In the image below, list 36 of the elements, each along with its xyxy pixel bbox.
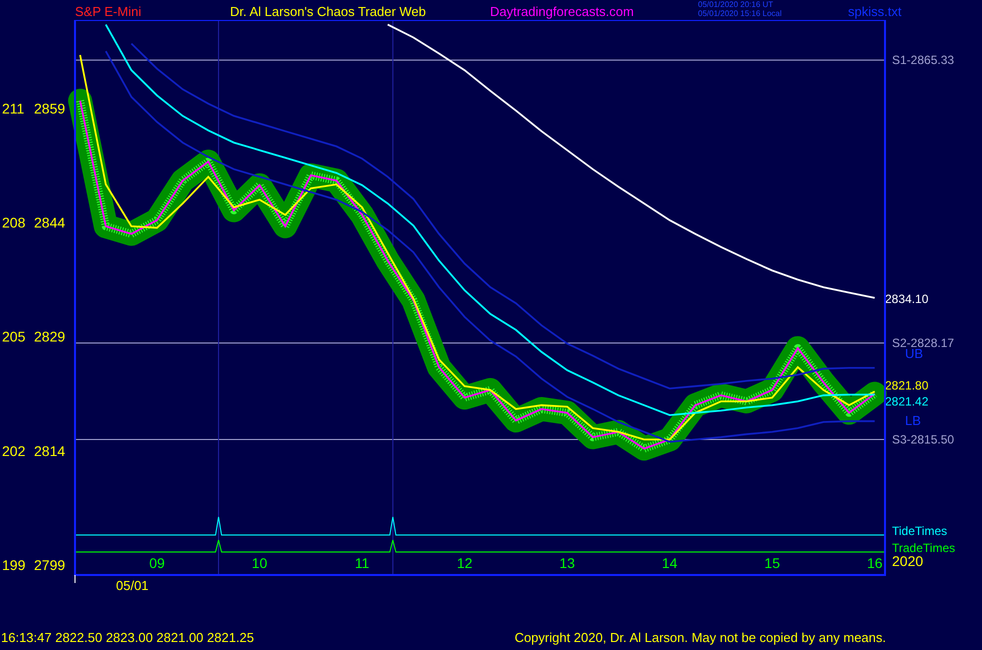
timing-label: TideTimes [892,524,948,538]
band-label: LB [905,413,921,428]
y-tick-label: 2799 [34,557,66,574]
time-ut: 05/01/2020 20:16 UT [698,0,774,9]
site-title: Dr. Al Larson's Chaos Trader Web [230,4,426,19]
secondary-tick-label: 211 [2,100,24,116]
secondary-tick-label: 199 [2,557,26,574]
x-tick-label: 10 [252,555,268,571]
file-name: spkiss.txt [848,4,902,19]
x-tick-label: 11 [354,555,370,571]
y-tick-label: 2859 [34,100,66,116]
time-local: 05/01/2020 15:16 Local [698,9,782,18]
x-tick-label: 12 [456,555,472,571]
year-label: 2020 [892,553,924,569]
x-tick-label: 14 [662,555,678,571]
x-tick-label: 16 [866,555,883,571]
timing-label: TradeTimes [892,541,956,555]
support-label: S1-2865.33 [892,53,954,68]
quote-text: 16:13:47 2822.50 2823.00 2821.00 2821.25 [1,630,254,645]
x-tick-label: 13 [559,555,575,571]
copyright-text: Copyright 2020, Dr. Al Larson. May not be copied by any means. [514,630,886,645]
support-label: S3-2815.50 [892,432,954,446]
y-tick-label: 2844 [34,214,66,230]
secondary-tick-label: 202 [2,442,26,459]
last-value-label: 2821.80 [885,378,928,393]
secondary-tick-label: 205 [2,328,26,345]
x-tick-label: 15 [764,555,780,571]
site-link[interactable]: Daytradingforecasts.com [490,4,634,19]
last-value-label: 2821.42 [885,394,928,409]
secondary-tick-label: 208 [2,214,26,230]
symbol-label: S&P E-Mini [75,4,142,19]
last-value-label: 2834.10 [885,292,928,306]
x-tick-label: 09 [149,555,165,571]
y-tick-label: 2814 [34,442,66,459]
y-tick-label: 2829 [34,328,66,345]
date-label: 05/01 [116,578,149,593]
